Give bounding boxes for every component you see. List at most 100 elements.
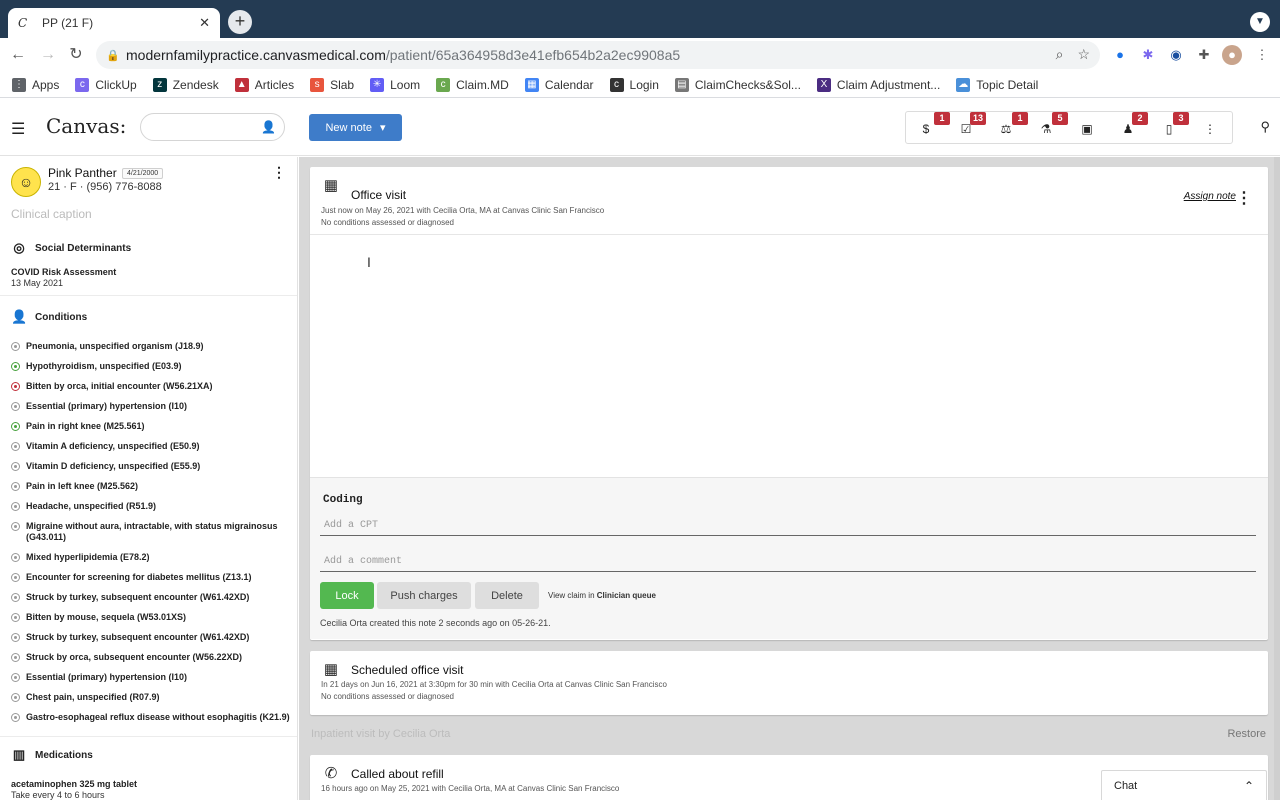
tasks-icon[interactable]: ☑ 13 — [958, 112, 987, 137]
patient-dob-badge: 4/21/2000 — [122, 168, 164, 179]
condition-item[interactable]: Encounter for screening for diabetes mel… — [11, 569, 293, 589]
bookmark-claim-adjustment[interactable]: X Claim Adjustment... — [816, 77, 940, 92]
bookmark-claimmd[interactable]: c Claim.MD — [436, 77, 509, 92]
condition-item[interactable]: Pain in right knee (M25.561) — [11, 418, 293, 438]
push-charges-button[interactable]: Push charges — [377, 582, 471, 609]
profile-avatar[interactable]: ● — [1222, 45, 1242, 65]
close-tab-icon[interactable]: ✕ — [199, 15, 210, 31]
condition-status-icon — [11, 633, 20, 642]
lab-flask-icon[interactable]: ⚗ 5 — [1038, 112, 1068, 137]
condition-item[interactable]: Essential (primary) hypertension (I10) — [11, 669, 293, 689]
condition-item[interactable]: Headache, unspecified (R51.9) — [11, 498, 293, 518]
bookmark-slab[interactable]: s Slab — [310, 77, 354, 92]
reload-icon[interactable]: ↻ — [66, 45, 86, 65]
bookmark-articles[interactable]: ▲ Articles — [234, 77, 294, 92]
browser-menu-icon[interactable]: ⋮ — [1252, 45, 1272, 65]
condition-item[interactable]: Pneumonia, unspecified organism (J18.9) — [11, 338, 293, 358]
patient-name[interactable]: Pink Panther — [48, 166, 117, 180]
referral-badge: 2 — [1132, 112, 1148, 125]
condition-status-icon — [11, 422, 20, 431]
condition-item[interactable]: Vitamin A deficiency, unspecified (E50.9… — [11, 438, 293, 458]
condition-item[interactable]: Pain in left knee (M25.562) — [11, 478, 293, 498]
restore-link[interactable]: Restore — [1227, 728, 1266, 740]
chat-widget[interactable]: Chat ⌃ — [1101, 770, 1267, 800]
canvas-logo: Canvas: — [46, 114, 127, 138]
extension-icon[interactable]: ✱ — [1138, 45, 1158, 65]
condition-item[interactable]: Essential (primary) hypertension (I10) — [11, 398, 293, 418]
delete-button[interactable]: Delete — [475, 582, 539, 609]
add-cpt-input[interactable]: Add a CPT — [320, 512, 1256, 536]
profile-menu-icon[interactable]: ▼ — [1250, 12, 1270, 32]
condition-item[interactable]: Migraine without aura, intractable, with… — [11, 518, 293, 549]
scale-badge: 1 — [1012, 112, 1028, 125]
bookmark-calendar[interactable]: ▦ Calendar — [524, 77, 594, 92]
search-icon[interactable]: ⚲ — [1260, 119, 1270, 135]
bookmark-star-icon[interactable]: ☆ — [1077, 46, 1090, 63]
medication-item-title[interactable]: acetaminophen 325 mg tablet — [11, 779, 137, 789]
condition-item[interactable]: Mixed hyperlipidemia (E78.2) — [11, 549, 293, 569]
condition-item[interactable]: Bitten by orca, initial encounter (W56.2… — [11, 378, 293, 398]
conditions-header[interactable]: 👤 Conditions — [11, 309, 87, 325]
condition-item[interactable]: Gastro-esophageal reflux disease without… — [11, 709, 293, 729]
loom-icon: ✳ — [370, 77, 385, 92]
social-determinant-item-title[interactable]: COVID Risk Assessment — [11, 267, 116, 277]
billing-icon[interactable]: $1 — [918, 112, 950, 137]
scheduled-visit-card[interactable]: ▦ Scheduled office visit In 21 days on J… — [310, 651, 1268, 715]
condition-item[interactable]: Struck by orca, subsequent encounter (W5… — [11, 649, 293, 669]
text-cursor-icon: I — [367, 254, 371, 270]
clinician-queue-link[interactable]: Clinician queue — [597, 591, 656, 600]
add-comment-input[interactable]: Add a comment — [320, 548, 1256, 572]
refill-title: Called about refill — [351, 767, 444, 781]
note-menu-icon[interactable]: ⋮ — [1236, 188, 1252, 208]
bookmark-loom[interactable]: ✳ Loom — [370, 77, 420, 92]
note-subtitle: Just now on May 26, 2021 with Cecilia Or… — [321, 206, 605, 215]
condition-item[interactable]: Struck by turkey, subsequent encounter (… — [11, 589, 293, 609]
condition-status-icon — [11, 482, 20, 491]
bookmark-claimchecks[interactable]: ▤ ClaimChecks&Sol... — [674, 77, 801, 92]
zoom-icon[interactable]: ⌕ — [1056, 46, 1064, 63]
medications-header[interactable]: ▥ Medications — [11, 747, 93, 763]
url-host: modernfamilypractice.canvasmedical.com — [126, 47, 386, 63]
imaging-icon[interactable]: ▣ — [1079, 121, 1095, 137]
back-icon[interactable]: ← — [8, 45, 28, 65]
address-bar[interactable]: 🔒 modernfamilypractice.canvasmedical.com… — [96, 41, 1100, 69]
forward-icon[interactable]: → — [38, 45, 58, 65]
extension-icon[interactable]: ◉ — [1166, 45, 1186, 65]
lock-button[interactable]: Lock — [320, 582, 374, 609]
condition-item[interactable]: Hypothyroidism, unspecified (E03.9) — [11, 358, 293, 378]
condition-item[interactable]: Vitamin D deficiency, unspecified (E55.9… — [11, 458, 293, 478]
app-header: ☰ Canvas: 👤 New note ▾ $1 ☑ 13 ⚖ 1 ⚗ 5 ▣ ♟ 2… — [0, 99, 1280, 156]
puzzle-extensions-icon[interactable]: ✚ — [1194, 45, 1214, 65]
condition-item[interactable]: Struck by turkey, subsequent encounter (… — [11, 629, 293, 649]
referral-person-icon[interactable]: ♟ 2 — [1120, 112, 1148, 137]
bookmark-apps[interactable]: ⋮ Apps — [12, 77, 59, 92]
patient-menu-icon[interactable]: ⋮ — [272, 164, 286, 181]
bookmark-topic-detail[interactable]: ☁ Topic Detail — [956, 77, 1038, 92]
scale-icon[interactable]: ⚖ 1 — [998, 112, 1028, 137]
condition-status-icon — [11, 342, 20, 351]
patient-search-input[interactable]: 👤 — [140, 113, 285, 141]
new-note-button[interactable]: New note ▾ — [309, 114, 402, 141]
condition-status-icon — [11, 653, 20, 662]
assign-note-link[interactable]: Assign note — [1184, 191, 1236, 202]
bookmark-zendesk[interactable]: z Zendesk — [152, 77, 219, 92]
condition-status-icon — [11, 693, 20, 702]
chevron-up-icon: ⌃ — [1243, 778, 1254, 793]
condition-status-icon — [11, 713, 20, 722]
clinical-caption-input[interactable]: Clinical caption — [11, 207, 92, 221]
social-determinants-header[interactable]: ◎ Social Determinants — [11, 240, 131, 256]
more-icon[interactable]: ⋮ — [1202, 121, 1218, 137]
document-icon[interactable]: ▯ 3 — [1161, 112, 1189, 137]
condition-item[interactable]: Bitten by mouse, sequela (W53.01XS) — [11, 609, 293, 629]
note-body-editor[interactable]: I — [310, 235, 1268, 478]
login-icon: c — [609, 77, 624, 92]
timeline-scrollbar[interactable] — [1274, 157, 1280, 800]
hamburger-menu-icon[interactable]: ☰ — [11, 119, 25, 139]
bookmark-clickup[interactable]: c ClickUp — [75, 77, 137, 92]
bookmark-login[interactable]: c Login — [609, 77, 659, 92]
browser-tab[interactable]: C PP (21 F) ✕ — [8, 8, 220, 38]
condition-item[interactable]: Chest pain, unspecified (R07.9) — [11, 689, 293, 709]
cloud-icon: ☁ — [956, 77, 971, 92]
extension-icon[interactable]: ● — [1110, 45, 1130, 65]
new-tab-button[interactable]: + — [228, 10, 252, 34]
